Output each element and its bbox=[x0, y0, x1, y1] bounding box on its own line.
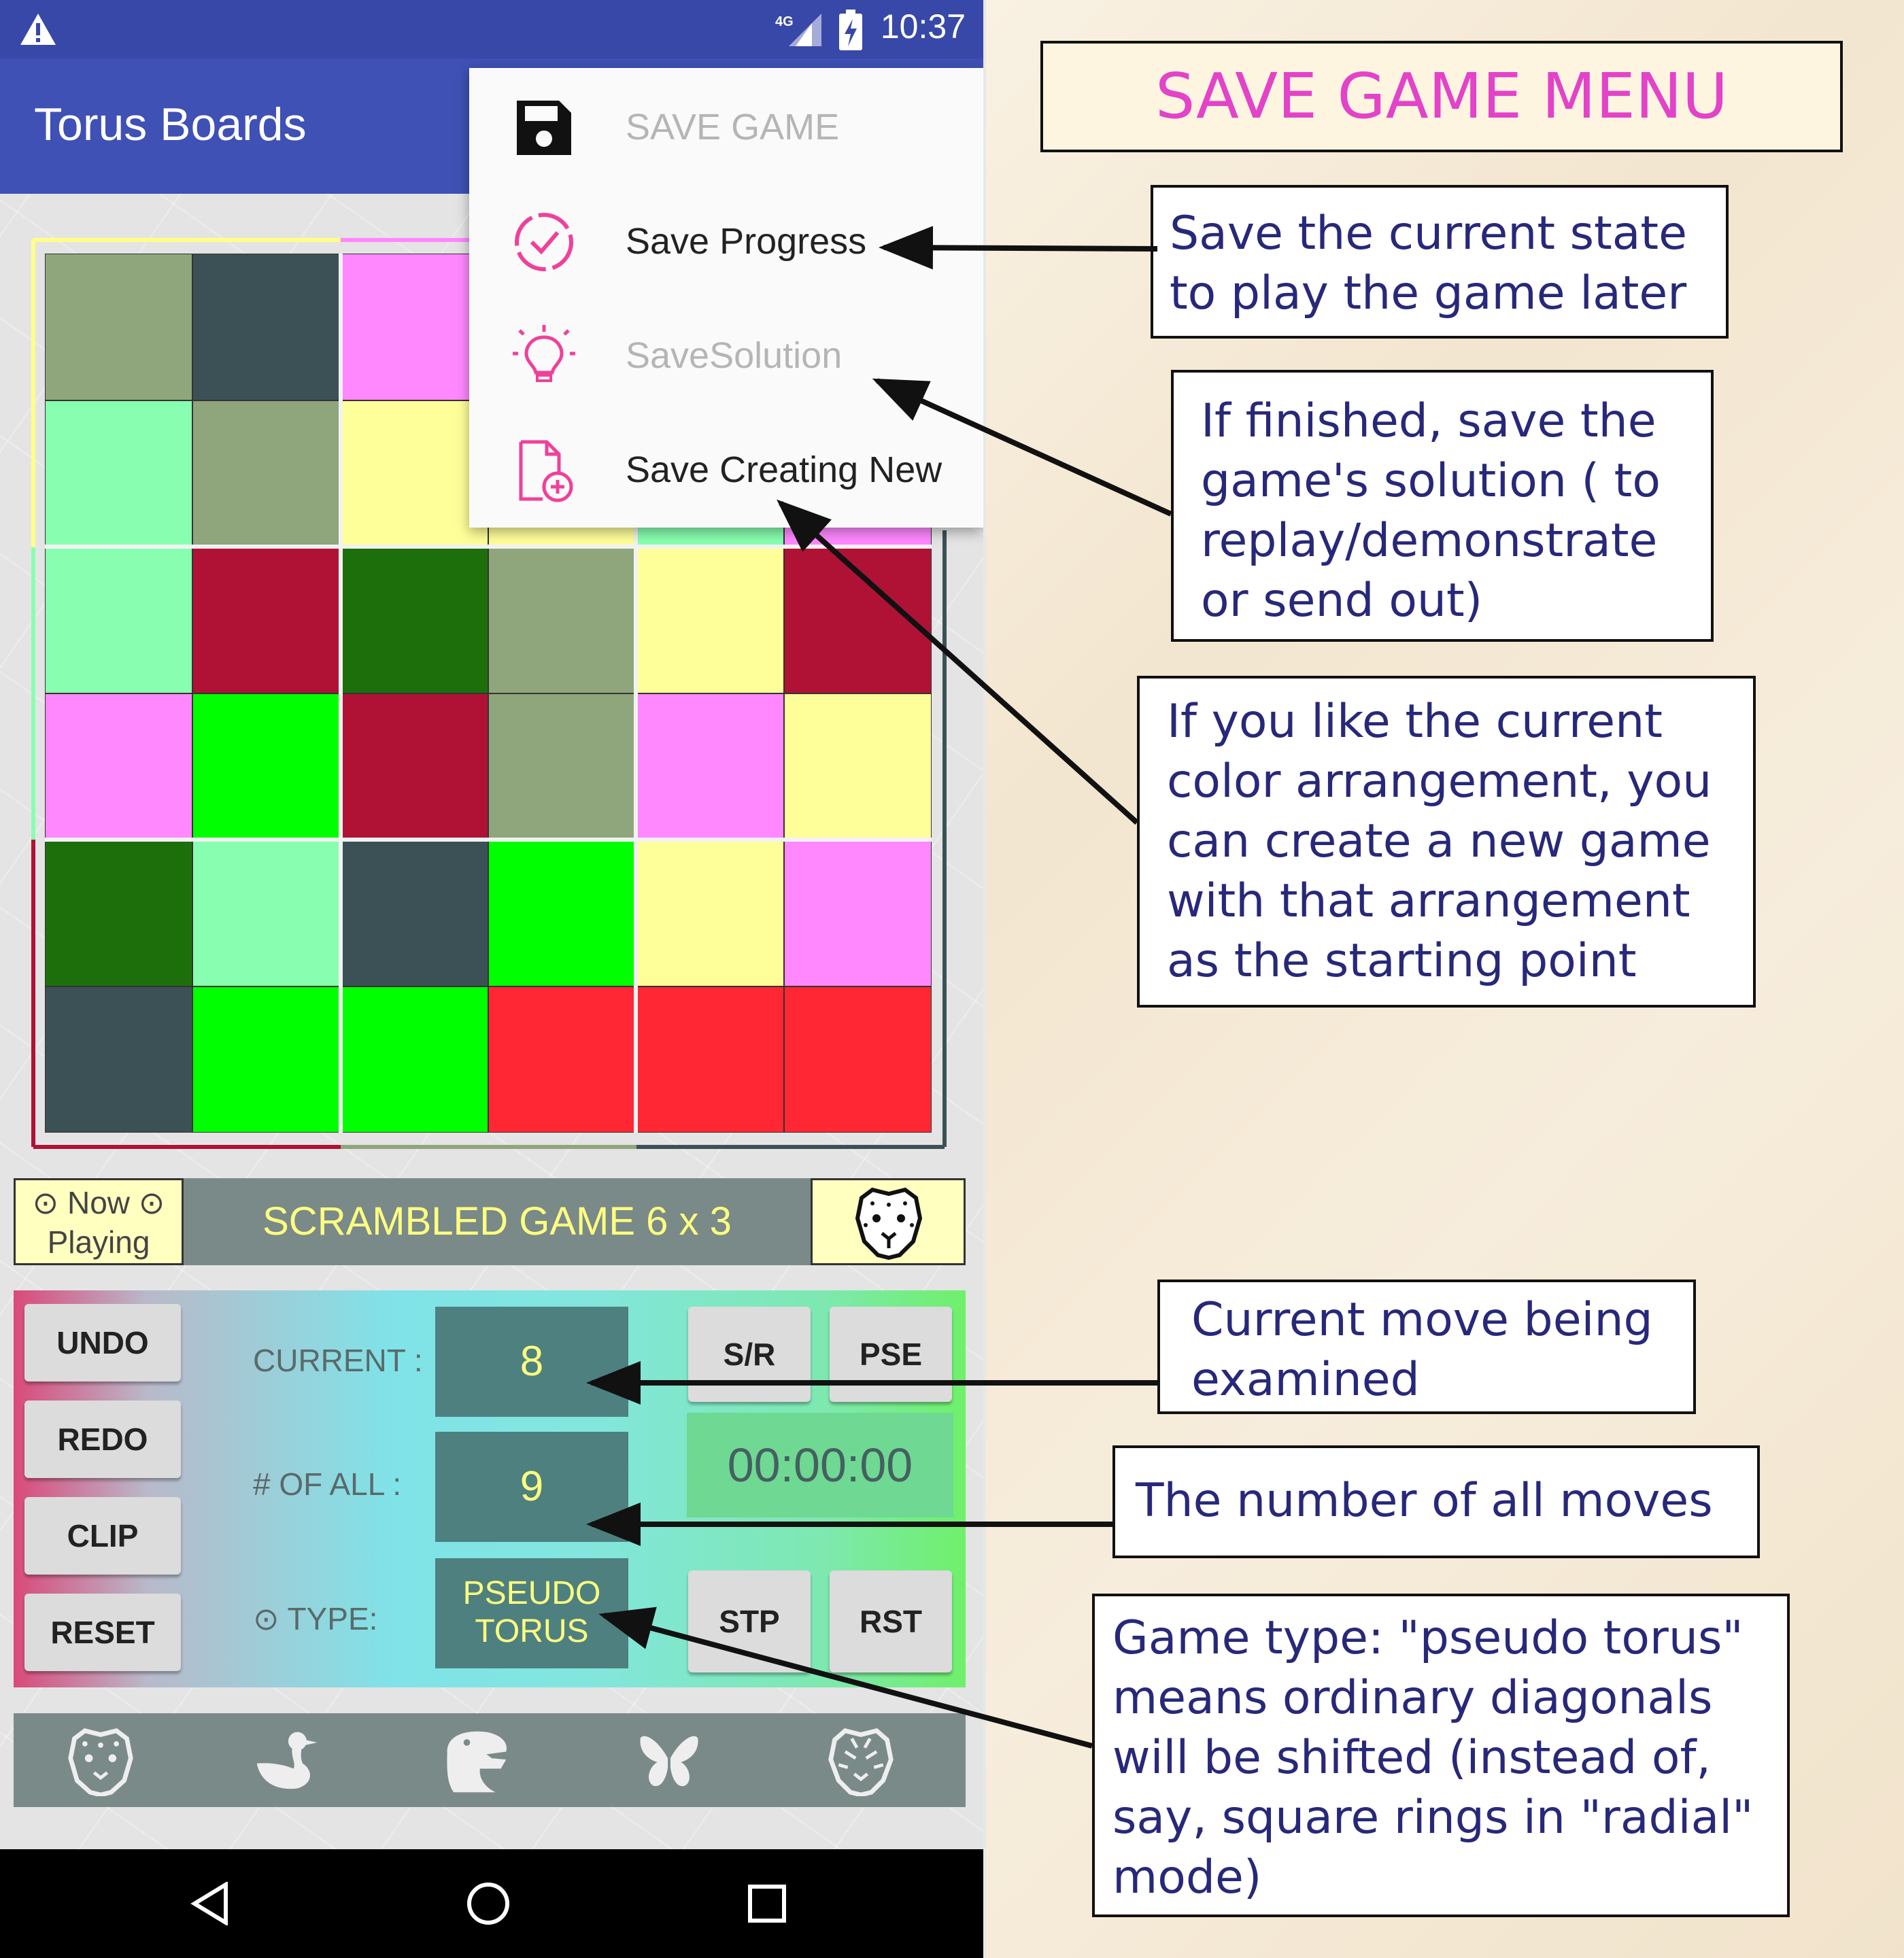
arrow-save-solution bbox=[872, 378, 1172, 517]
arrow-save-progress bbox=[879, 226, 1158, 270]
arrow-game-type bbox=[598, 1607, 1093, 1749]
annotation-arrows bbox=[586, 226, 1172, 1749]
arrow-save-creating-new bbox=[777, 499, 1139, 825]
